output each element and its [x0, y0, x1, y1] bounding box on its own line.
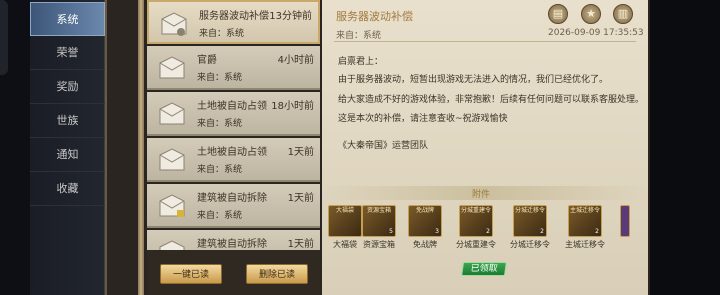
mail-item[interactable]: 建筑被自动拆除 1天前 来自：系统: [147, 184, 320, 228]
attachment-item[interactable]: 免战牌 3: [408, 205, 442, 237]
attachment-name: 主城迁移令: [565, 240, 605, 249]
mail-title: 建筑被自动拆除: [197, 193, 267, 204]
mail-envelope-icon: [159, 56, 185, 79]
mail-item[interactable]: 官爵 4小时前 来自：系统: [147, 46, 320, 90]
trash-icon[interactable]: ▥: [613, 4, 633, 24]
mail-list: 服务器波动补偿 13分钟前 来自：系统 官爵 4小时前 来自：系统 土地被自动占…: [147, 0, 320, 250]
attachment-name: 资源宝箱: [363, 240, 395, 249]
right-background: [650, 0, 720, 295]
mail-from: 来自：系统: [197, 165, 243, 175]
read-all-button[interactable]: 一键已读: [160, 264, 222, 284]
mail-from: 来自：系统: [197, 73, 243, 83]
attachment-tag: 免战牌: [415, 207, 434, 214]
attachment-item[interactable]: 主城迁移令 2: [568, 205, 602, 237]
note-icon[interactable]: ▤: [548, 4, 568, 24]
attachment-item[interactable]: 分城重建令 2: [459, 205, 493, 237]
signature: 《大秦帝国》运营团队: [338, 141, 429, 151]
mail-item[interactable]: 土地被自动占领 18小时前 来自：系统: [147, 92, 320, 136]
mail-detail: 服务器波动补偿 来自：系统 2026-09-09 17:35:53 ▤ ★ ▥ …: [322, 0, 648, 295]
attachment-item[interactable]: 分城迁移令 2: [513, 205, 547, 237]
detail-date: 2026-09-09 17:35:53: [548, 28, 644, 38]
greeting: 启禀君上：: [338, 57, 384, 67]
attachment-item[interactable]: 资源宝箱 5: [362, 205, 396, 237]
mail-title: 土地被自动占领: [197, 147, 267, 158]
mail-time: 13分钟前: [269, 11, 312, 22]
attachment-item-partial[interactable]: [620, 205, 630, 237]
mail-title: 建筑被自动拆除: [197, 239, 267, 250]
attachment-count: 2: [540, 228, 544, 235]
mail-time: 4小时前: [277, 55, 314, 66]
mail-title: 服务器波动补偿: [199, 11, 269, 22]
category-nav: 系统 荣誉 奖励 世族 通知 收藏: [30, 0, 105, 295]
body-line: 给大家造成不好的游戏体验，非常抱歉！后续有任何问题可以联系客服处理。: [338, 95, 645, 105]
mail-envelope-icon: [159, 240, 185, 250]
delete-read-button[interactable]: 删除已读: [246, 264, 308, 284]
mail-title: 官爵: [197, 55, 217, 66]
mail-item[interactable]: 服务器波动补偿 13分钟前 来自：系统: [147, 0, 320, 44]
star-icon[interactable]: ★: [581, 4, 601, 24]
mail-envelope-icon: [159, 148, 185, 171]
mail-from: 来自：系统: [199, 29, 245, 39]
attachment-count: 3: [435, 228, 439, 235]
left-edge-tab: [0, 0, 8, 75]
mail-envelope-icon: [159, 102, 185, 125]
mail-from: 来自：系统: [197, 211, 243, 221]
mail-item[interactable]: 土地被自动占领 1天前 来自：系统: [147, 138, 320, 182]
list-scrollbar[interactable]: [138, 0, 144, 295]
attachment-name: 分城迁移令: [510, 240, 550, 249]
divider: [334, 41, 636, 42]
mail-envelope-icon: [159, 194, 185, 217]
mail-envelope-icon: [161, 12, 187, 36]
nav-item-favorite[interactable]: 收藏: [30, 172, 105, 206]
attachment-name: 分城重建令: [456, 240, 496, 249]
body-line: 这是本次的补偿，请注意查收~祝游戏愉快: [338, 114, 508, 124]
attachment-name: 免战牌: [413, 240, 437, 249]
nav-item-system[interactable]: 系统: [30, 2, 105, 36]
claimed-badge: 已领取: [461, 262, 507, 276]
nav-item-clan[interactable]: 世族: [30, 104, 105, 138]
body-line: 由于服务器波动，短暂出现游戏无法进入的情况，我们已经优化了。: [338, 75, 609, 85]
detail-from: 来自：系统: [336, 31, 382, 41]
attachment-tag: 大福袋: [335, 207, 354, 214]
attachment-tag: 分城迁移令: [514, 207, 545, 214]
nav-item-reward[interactable]: 奖励: [30, 70, 105, 104]
attachment-tag: 主城迁移令: [569, 207, 600, 214]
attachment-count: 2: [595, 228, 599, 235]
attachments-label: 附件: [472, 190, 491, 200]
mail-item[interactable]: 建筑被自动拆除 1天前: [147, 230, 320, 250]
nav-item-honor[interactable]: 荣誉: [30, 36, 105, 70]
attachment-count: 5: [389, 228, 393, 235]
detail-title: 服务器波动补偿: [336, 10, 413, 23]
nav-item-notice[interactable]: 通知: [30, 138, 105, 172]
attachment-tag: 资源宝箱: [366, 207, 391, 214]
mail-time: 18小时前: [271, 101, 314, 112]
attachment-count: 2: [486, 228, 490, 235]
mail-time: 1天前: [287, 239, 314, 250]
mail-from: 来自：系统: [197, 119, 243, 129]
attachment-item[interactable]: 大福袋: [328, 205, 362, 237]
mail-title: 土地被自动占领: [197, 101, 267, 112]
attachment-tag: 分城重建令: [460, 207, 491, 214]
mail-time: 1天前: [287, 147, 314, 158]
mail-time: 1天前: [287, 193, 314, 204]
